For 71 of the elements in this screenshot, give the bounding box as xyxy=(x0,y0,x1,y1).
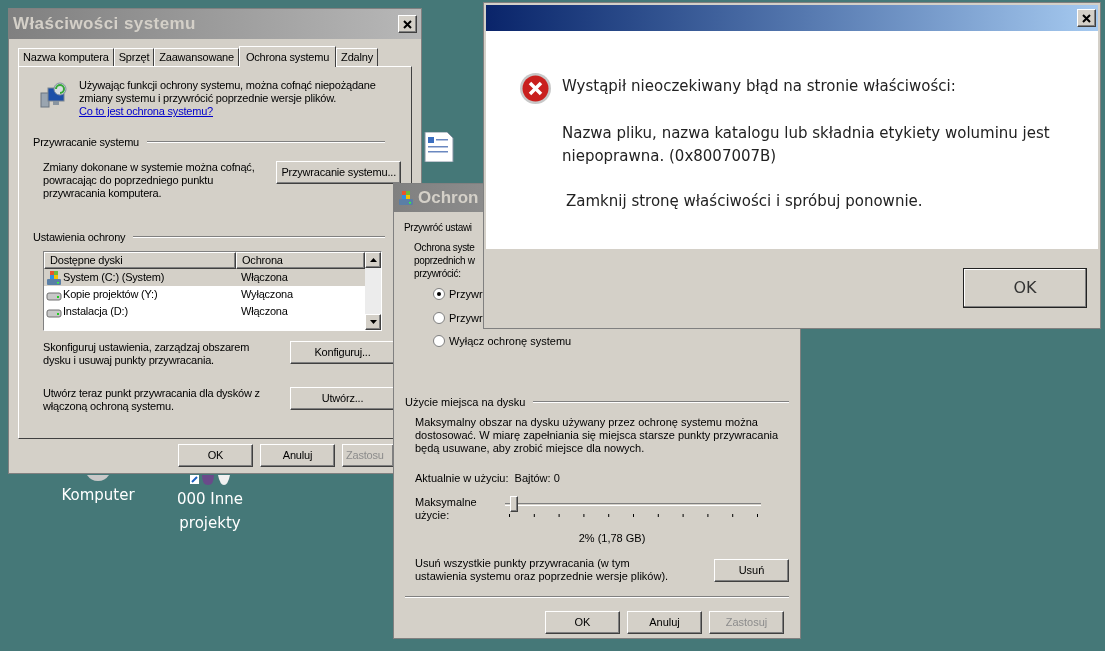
drive-icon xyxy=(398,190,414,206)
delete-text: Usuń wszystkie punkty przywracania (w tym ustawienia systemu oraz poprzednie wersje plików). xyxy=(415,557,670,583)
section-title: Ustawienia ochrony xyxy=(33,229,126,245)
computer-icon xyxy=(39,81,69,111)
delete-button[interactable]: Usuń xyxy=(714,559,789,582)
error-icon xyxy=(519,72,552,105)
help-link[interactable]: Co to jest ochrona systemu? xyxy=(79,105,213,117)
tab[interactable]: Zaawansowane xyxy=(154,48,239,66)
disk-usage-text: Maksymalny obszar na dysku używany przez ochronę systemu można dostosować. W miarę zapełniania się miejsca starsze punkty przywracania będą usuwane, aby zrobić miejsce dla nowych. xyxy=(414,416,780,455)
dialog-button[interactable]: Anuluj xyxy=(260,444,335,467)
create-text: Utwórz teraz punkt przywracania dla dysków z włączoną ochroną systemu. xyxy=(43,387,261,413)
error-hint: Zamknij stronę właściwości i spróbuj ponownie. xyxy=(565,190,924,212)
restore-text: Zmiany dokonane w systemie można cofnąć, powracając do poprzedniego punktu przywracania komputera. xyxy=(43,160,256,200)
drive-name: Instalacja (D:) xyxy=(63,304,128,320)
document-icon xyxy=(423,132,455,162)
protection-status: Włączona xyxy=(240,270,288,286)
tab[interactable]: Zdalny xyxy=(336,48,378,66)
protection-status: Wyłączona xyxy=(240,287,293,303)
configure-button[interactable]: Konfiguruj... xyxy=(290,341,395,364)
scrollbar[interactable] xyxy=(365,252,381,330)
desktop-icon-label[interactable]: 000 Inne projekty xyxy=(160,487,260,535)
radio-label: Przywr xyxy=(449,287,483,302)
section-title: Przywróć ustawi xyxy=(404,221,473,235)
dialog-button[interactable]: Anuluj xyxy=(627,611,702,634)
configure-text: Skonfiguruj ustawienia, zarządzaj obszarem dysku i usuwaj punkty przywracania. xyxy=(43,341,251,367)
max-usage-label: Maksymalne użycie: xyxy=(415,495,478,522)
radio-label: Przywr xyxy=(449,310,483,326)
column-header[interactable]: Ochrona xyxy=(236,252,365,269)
current-usage-label: Aktualnie w użyciu: xyxy=(415,471,509,486)
current-usage-value: Bajtów: 0 xyxy=(514,471,560,486)
radio-label: Wyłącz ochronę systemu xyxy=(449,334,572,349)
desktop-icon-label[interactable]: Komputer xyxy=(61,483,135,507)
up-arrow-icon xyxy=(369,258,377,262)
dialog-button[interactable]: OK xyxy=(178,444,253,467)
error-message: Nazwa pliku, nazwa katalogu lub składnia etykiety woluminu jest niepoprawna. (0x8007007B) xyxy=(562,122,1051,167)
close-icon xyxy=(1082,13,1091,23)
create-button[interactable]: Utwórz... xyxy=(290,387,395,410)
tab[interactable]: Sprzęt xyxy=(113,48,155,66)
window-title: Właściwości systemu xyxy=(13,13,196,36)
drive-name: System (C:) (System) xyxy=(63,270,165,286)
system-restore-button[interactable]: Przywracanie systemu... xyxy=(276,160,401,184)
close-icon xyxy=(403,19,412,29)
radio-button[interactable] xyxy=(433,288,445,301)
dialog-button[interactable]: OK xyxy=(545,611,620,634)
description-text: przywrócić: xyxy=(414,267,462,280)
window-title: Ochron xyxy=(418,187,479,210)
protection-status: Włączona xyxy=(240,304,288,320)
intro-text: Używając funkcji ochrony systemu, można cofnąć niepożądane zmiany systemu i przywrócić poprzednie wersje plików. Co to jest ochrona systemu? xyxy=(79,79,377,118)
drive-row[interactable]: Kopie projektów (Y:) Wyłączona xyxy=(44,286,365,303)
section-title: Przywracanie systemu xyxy=(33,135,140,150)
folder-shortcut-icon xyxy=(190,475,230,485)
column-header[interactable]: Dostępne dyski xyxy=(44,252,236,269)
drive-icon xyxy=(46,269,62,286)
close-button[interactable] xyxy=(1077,9,1096,27)
max-usage-reading: 2% (1,78 GB) xyxy=(577,530,646,546)
radio-button[interactable] xyxy=(433,311,445,324)
description-text: Ochrona syste xyxy=(414,241,476,254)
slider-track[interactable] xyxy=(505,495,761,512)
tab[interactable]: Nazwa komputera xyxy=(18,48,114,66)
ok-button[interactable]: OK xyxy=(963,267,1087,308)
drive-name: Kopie projektów (Y:) xyxy=(63,287,158,303)
section-title: Użycie miejsca na dysku xyxy=(405,394,526,410)
close-button[interactable] xyxy=(398,15,417,33)
drive-row[interactable]: System (C:) (System) Włączona xyxy=(44,269,365,286)
tab[interactable]: Ochrona systemu xyxy=(238,46,337,67)
error-heading: Wystąpił nieoczekiwany błąd na stronie właściwości: xyxy=(562,76,957,97)
radio-button[interactable] xyxy=(433,335,445,348)
drive-row[interactable]: Instalacja (D:) Włączona xyxy=(44,303,365,320)
down-arrow-icon xyxy=(369,320,377,324)
description-text: poprzednich w xyxy=(414,254,476,267)
slider-thumb[interactable] xyxy=(509,495,518,512)
